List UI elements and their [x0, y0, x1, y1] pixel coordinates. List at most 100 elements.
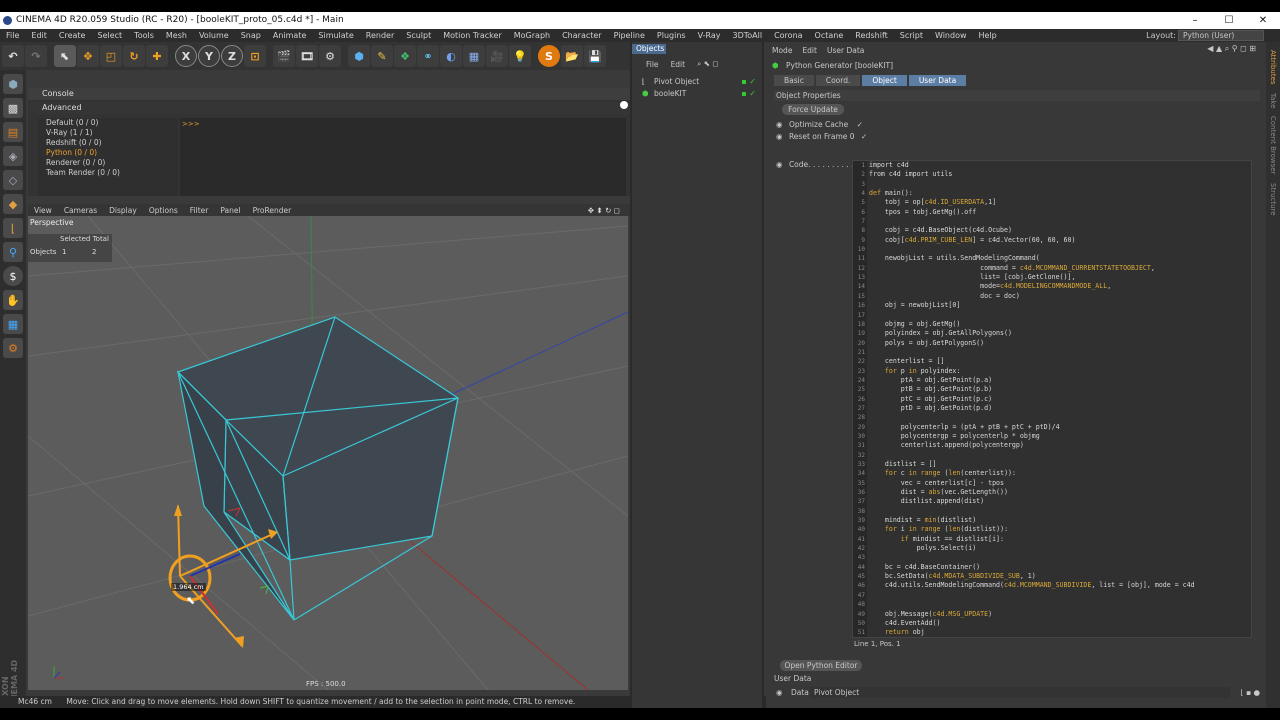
code-line[interactable]: ptC = obj.GetPoint(p.c)	[869, 395, 1251, 404]
code-line[interactable]	[869, 553, 1251, 562]
menu-item[interactable]: Animate	[267, 31, 313, 40]
link-arrow-icon[interactable]: ⌊ ▪ ●	[1241, 687, 1260, 698]
force-update-button[interactable]: Force Update	[782, 104, 844, 115]
open-python-editor-button[interactable]: Open Python Editor	[780, 660, 862, 671]
code-line[interactable]: mindist = min(distlist)	[869, 516, 1251, 525]
live-select-icon[interactable]: ✚	[146, 45, 168, 67]
code-line[interactable]: return obj	[869, 628, 1251, 637]
right-tab[interactable]: Content Browser	[1269, 116, 1277, 174]
objects-tab[interactable]: Objects	[632, 44, 666, 54]
texture-mode-icon[interactable]: ▩	[3, 98, 23, 118]
code-line[interactable]	[869, 245, 1251, 254]
solo-icon[interactable]: ▦	[3, 314, 23, 334]
viewport-menu-item[interactable]: Filter	[184, 206, 215, 215]
panel-divider[interactable]	[762, 42, 764, 708]
radio-icon[interactable]: ◉	[776, 132, 783, 141]
viewport-menu-item[interactable]: ProRender	[247, 206, 298, 215]
tree-item[interactable]: V-Ray (1 / 1)	[38, 128, 178, 138]
points-mode-icon[interactable]: ◈	[3, 146, 23, 166]
code-line[interactable]: from c4d import utils	[869, 170, 1251, 179]
tree-item[interactable]: Renderer (0 / 0)	[38, 158, 178, 168]
menu-item[interactable]: Window	[929, 31, 973, 40]
code-line[interactable]: dist = abs(vec.GetLength())	[869, 488, 1251, 497]
render-picture-viewer-icon[interactable]: 🎞	[296, 45, 318, 67]
menu-item[interactable]: Create	[53, 31, 92, 40]
code-line[interactable]: command = c4d.MCOMMAND_CURRENTSTATETOOBJ…	[869, 264, 1251, 273]
light-icon[interactable]: 💡	[509, 45, 531, 67]
minimize-button[interactable]: –	[1178, 12, 1212, 29]
code-line[interactable]: bc.SetData(c4d.MDATA_SUBDIVIDE_SUB, 1)	[869, 572, 1251, 581]
objects-menu-item[interactable]: File	[646, 60, 659, 69]
optimize-cache-checkbox[interactable]: ✓	[857, 120, 863, 129]
menu-item[interactable]: Volume	[193, 31, 235, 40]
attr-menu-item[interactable]: Mode	[772, 46, 792, 55]
code-line[interactable]	[869, 600, 1251, 609]
code-line[interactable]: mode=c4d.MODELINGCOMMANDMODE_ALL,	[869, 282, 1251, 291]
console-close-icon[interactable]	[620, 101, 628, 109]
code-text[interactable]: import c4d from c4d import utils def main…	[869, 161, 1251, 637]
coordinate-system-icon[interactable]: ⊡	[244, 45, 266, 67]
script-s-icon[interactable]: S	[538, 45, 560, 67]
menu-item[interactable]: Redshift	[849, 31, 893, 40]
tab-coord[interactable]: Coord.	[815, 75, 861, 86]
code-line[interactable]: polycentergp = polycenterlp * objmg	[869, 432, 1251, 441]
code-line[interactable]: ptA = obj.GetPoint(p.a)	[869, 376, 1251, 385]
code-line[interactable]	[869, 591, 1251, 600]
object-row-boolekit[interactable]: ⬢ booleKIT ▪ ✓	[638, 88, 760, 100]
code-line[interactable]: distlist.append(dist)	[869, 497, 1251, 506]
undo-icon[interactable]: ↶	[2, 45, 24, 67]
move-tool-icon[interactable]: ✥	[77, 45, 99, 67]
render-settings-icon[interactable]: ⚙	[319, 45, 341, 67]
3d-viewport[interactable]: Perspective Selected Total Objects 1 2 1…	[28, 216, 628, 690]
right-tab[interactable]: Attributes	[1269, 50, 1277, 85]
code-line[interactable]	[869, 311, 1251, 320]
code-line[interactable]: for i in range (len(distlist)):	[869, 525, 1251, 534]
right-tab[interactable]: Take	[1269, 93, 1277, 109]
code-line[interactable]	[869, 451, 1251, 460]
viewport-nav-icons[interactable]: ✥ ⬍ ↻ ◻	[582, 206, 626, 215]
code-line[interactable]	[869, 217, 1251, 226]
menu-item[interactable]: 3DToAll	[726, 31, 768, 40]
deformer-icon[interactable]: ◐	[440, 45, 462, 67]
radio-icon[interactable]: ◉	[776, 688, 783, 697]
code-line[interactable]	[869, 348, 1251, 357]
viewport-menu-item[interactable]: Display	[103, 206, 143, 215]
lock-workplane-icon[interactable]: ⚙	[3, 338, 23, 358]
code-line[interactable]: polys = obj.GetPolygonS()	[869, 339, 1251, 348]
code-line[interactable]: polyindex = obj.GetAllPolygons()	[869, 329, 1251, 338]
viewport-menu-item[interactable]: Options	[143, 206, 184, 215]
workplane-icon[interactable]: ▤	[3, 122, 23, 142]
tree-item[interactable]: Default (0 / 0)	[38, 118, 178, 128]
cube-icon[interactable]: ⬢	[348, 45, 370, 67]
cube-mesh[interactable]	[177, 316, 459, 621]
reset-frame-checkbox[interactable]: ✓	[861, 132, 867, 141]
attr-menu-item[interactable]: Edit	[802, 46, 817, 55]
menu-item[interactable]: Select	[91, 31, 128, 40]
z-axis-toggle[interactable]: Z	[221, 45, 243, 67]
menu-item[interactable]: Octane	[809, 31, 850, 40]
object-row-pivot[interactable]: ⌊ Pivot Object ▪ ✓	[638, 76, 760, 88]
menu-item[interactable]: Simulate	[312, 31, 359, 40]
code-line[interactable]: doc = doc)	[869, 292, 1251, 301]
pen-icon[interactable]: ✎	[371, 45, 393, 67]
close-button[interactable]: ✕	[1246, 12, 1280, 29]
search-icon[interactable]: ⌕ ⬉ ◻	[697, 59, 718, 69]
viewport-menu-item[interactable]: Cameras	[58, 206, 103, 215]
code-line[interactable]: list= [cobj.GetClone()],	[869, 273, 1251, 282]
x-axis-toggle[interactable]: X	[175, 45, 197, 67]
right-tab[interactable]: Structure	[1269, 183, 1277, 216]
code-line[interactable]: centerlist = []	[869, 357, 1251, 366]
select-tool-icon[interactable]: ⬉	[54, 45, 76, 67]
polygons-mode-icon[interactable]: ◆	[3, 194, 23, 214]
code-line[interactable]: cobj[c4d.PRIM_CUBE_LEN] = c4d.Vector(60,…	[869, 236, 1251, 245]
axis-mode-icon[interactable]: ⌊	[3, 218, 23, 238]
code-line[interactable]: obj.Message(c4d.MSG_UPDATE)	[869, 610, 1251, 619]
code-line[interactable]: newobjList = utils.SendModelingCommand(	[869, 254, 1251, 263]
redo-icon[interactable]: ↷	[25, 45, 47, 67]
code-line[interactable]: tpos = tobj.GetMg().off	[869, 208, 1251, 217]
code-line[interactable]: cobj = c4d.BaseObject(c4d.Ocube)	[869, 226, 1251, 235]
menu-item[interactable]: Corona	[768, 31, 808, 40]
menu-item[interactable]: Tools	[128, 31, 160, 40]
menu-item[interactable]: Sculpt	[400, 31, 437, 40]
objects-menu-item[interactable]: Edit	[671, 60, 686, 69]
